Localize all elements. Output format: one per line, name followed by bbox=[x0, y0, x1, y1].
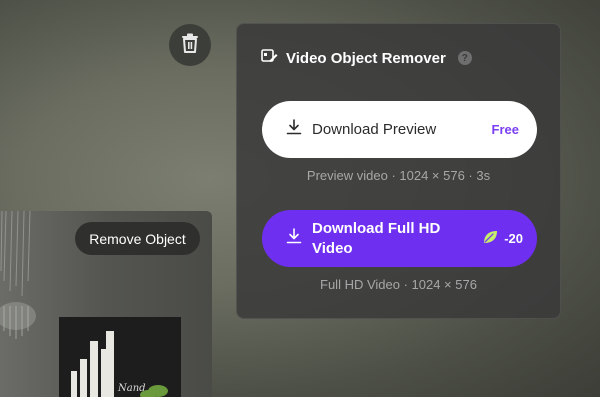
full-hd-video-info: Full HD Video · 1024 × 576 bbox=[320, 277, 477, 292]
download-preview-button[interactable]: Download Preview Free bbox=[262, 101, 537, 158]
panel-title: Video Object Remover bbox=[286, 49, 446, 67]
download-panel: Video Object Remover ? Download Preview … bbox=[236, 23, 561, 319]
delete-button[interactable] bbox=[169, 24, 211, 66]
trash-icon bbox=[181, 33, 199, 58]
help-icon[interactable]: ? bbox=[457, 51, 472, 65]
free-tag: Free bbox=[491, 122, 519, 137]
download-full-hd-label: Download Full HD Video bbox=[312, 219, 441, 257]
download-full-hd-button[interactable]: Download Full HD Video -20 bbox=[262, 210, 537, 267]
download-icon bbox=[286, 228, 302, 249]
leaf-icon bbox=[482, 229, 498, 248]
remove-object-label: Remove Object bbox=[89, 230, 186, 247]
remove-object-button[interactable]: Remove Object bbox=[75, 222, 200, 255]
credit-cost: -20 bbox=[482, 229, 523, 248]
panel-header: Video Object Remover ? bbox=[261, 48, 472, 68]
download-preview-label: Download Preview bbox=[312, 121, 437, 138]
object-remover-icon bbox=[261, 48, 278, 68]
preview-video-info: Preview video · 1024 × 576 · 3s bbox=[306, 168, 491, 183]
download-icon bbox=[286, 119, 302, 140]
credit-cost-value: -20 bbox=[504, 231, 523, 246]
